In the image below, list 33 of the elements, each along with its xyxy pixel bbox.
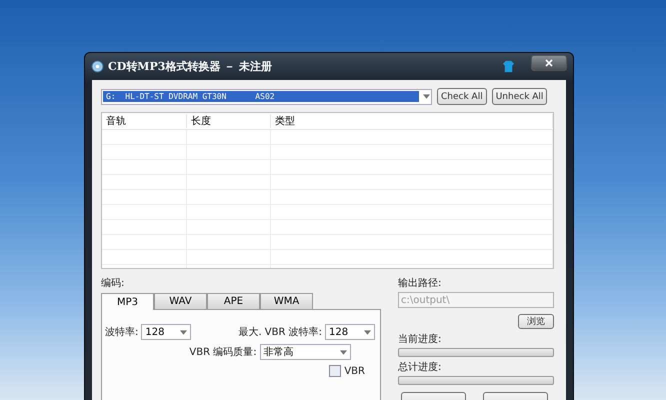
progress-label: 总计进度:	[398, 360, 442, 374]
output-path-label: 输出路径:	[398, 276, 442, 290]
window-title: CD转MP3格式转换器 － 未注册	[108, 59, 274, 74]
drive-dropdown[interactable]: G: HL-DT-ST DVDRAM GT30N AS02	[101, 88, 432, 104]
format-tab[interactable]: WAV	[154, 293, 207, 309]
format-tab[interactable]: MP3	[101, 293, 154, 310]
max-vbr-bitrate-label: 最大. VBR 波特率:	[238, 326, 322, 339]
uncheck-all-button[interactable]: Unheck All	[492, 88, 548, 105]
vbr-label: VBR	[344, 366, 365, 376]
disc-icon	[91, 60, 104, 73]
max-vbr-bitrate-dropdown[interactable]: 128	[325, 324, 375, 340]
format-tab[interactable]: APE	[207, 293, 260, 309]
close-icon	[545, 58, 553, 66]
shirt-icon[interactable]	[502, 60, 515, 73]
close-button[interactable]	[531, 54, 567, 70]
check-all-button[interactable]: Check All	[437, 88, 487, 105]
column-header[interactable]: 长度	[187, 114, 271, 128]
vbr-quality-dropdown[interactable]: 非常高	[260, 344, 351, 360]
caret-icon	[423, 94, 430, 99]
vbr-quality-label: VBR 编码质量:	[189, 346, 257, 359]
column-header[interactable]: 音轨	[102, 114, 187, 128]
caret-icon	[364, 330, 371, 334]
column-header[interactable]: 类型	[271, 114, 553, 128]
format-tab[interactable]: WMA	[260, 293, 313, 309]
progress-label: 当前进度:	[398, 332, 442, 346]
bitrate-dropdown[interactable]: 128	[141, 324, 192, 340]
vbr-checkbox[interactable]	[329, 365, 342, 377]
caret-icon	[180, 330, 188, 334]
encoding-label: 编码:	[101, 276, 126, 290]
bitrate-label: 波特率:	[105, 326, 138, 339]
output-path-field[interactable]: c:\output\	[398, 292, 554, 308]
browse-button[interactable]: 浏览	[518, 314, 554, 329]
caret-icon	[340, 350, 347, 354]
